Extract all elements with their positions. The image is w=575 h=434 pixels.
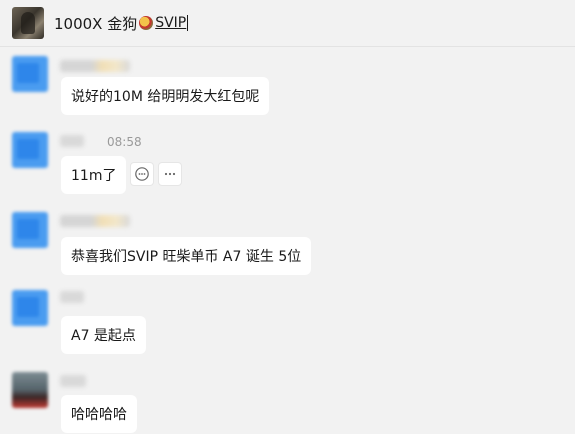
message-text: 哈哈哈哈 bbox=[71, 407, 127, 423]
message-row: 恭喜我们SVIP 旺柴单币 A7 诞生 5位 bbox=[0, 208, 575, 275]
message-time: 08:58 bbox=[107, 135, 142, 149]
comment-icon bbox=[135, 167, 149, 181]
sender-name[interactable] bbox=[60, 60, 130, 72]
svip-tag: SVIP bbox=[155, 15, 189, 31]
avatar[interactable] bbox=[12, 290, 48, 326]
sender-name[interactable] bbox=[60, 135, 84, 147]
chat-title[interactable]: 1000X 金狗 SVIP bbox=[54, 13, 189, 34]
avatar[interactable] bbox=[12, 132, 48, 168]
message-text: A7 是起点 bbox=[71, 328, 136, 344]
message-text: 说好的10M 给明明发大红包呢 bbox=[71, 89, 260, 105]
emoji-icon bbox=[139, 16, 154, 30]
chat-title-text: 1000X 金狗 bbox=[54, 14, 138, 33]
avatar[interactable] bbox=[12, 56, 48, 92]
sender-name[interactable] bbox=[60, 215, 130, 227]
message-bubble[interactable]: 哈哈哈哈 bbox=[61, 395, 137, 433]
message-bubble[interactable]: 说好的10M 给明明发大红包呢 bbox=[61, 77, 270, 115]
message-row: 哈哈哈哈 bbox=[0, 366, 575, 434]
message-bubble[interactable]: 恭喜我们SVIP 旺柴单币 A7 诞生 5位 bbox=[61, 237, 312, 275]
message-row: 说好的10M 给明明发大红包呢 bbox=[0, 47, 575, 119]
comment-button[interactable] bbox=[130, 162, 154, 186]
message-text: 恭喜我们SVIP 旺柴单币 A7 诞生 5位 bbox=[71, 249, 302, 265]
message-bubble[interactable]: 11m了 bbox=[61, 156, 127, 194]
avatar[interactable] bbox=[12, 212, 48, 248]
more-icon bbox=[164, 172, 176, 176]
message-bubble[interactable]: A7 是起点 bbox=[61, 316, 146, 354]
chat-header: 1000X 金狗 SVIP bbox=[0, 0, 575, 47]
message-text: 11m了 bbox=[71, 168, 117, 184]
message-row: A7 是起点 bbox=[0, 286, 575, 354]
sender-name[interactable] bbox=[60, 291, 84, 303]
avatar[interactable] bbox=[12, 372, 48, 408]
group-avatar[interactable] bbox=[12, 7, 44, 39]
more-button[interactable] bbox=[158, 162, 182, 186]
message-actions bbox=[130, 162, 182, 186]
message-row: 08:58 11m了 bbox=[0, 130, 575, 196]
sender-name[interactable] bbox=[60, 375, 86, 387]
